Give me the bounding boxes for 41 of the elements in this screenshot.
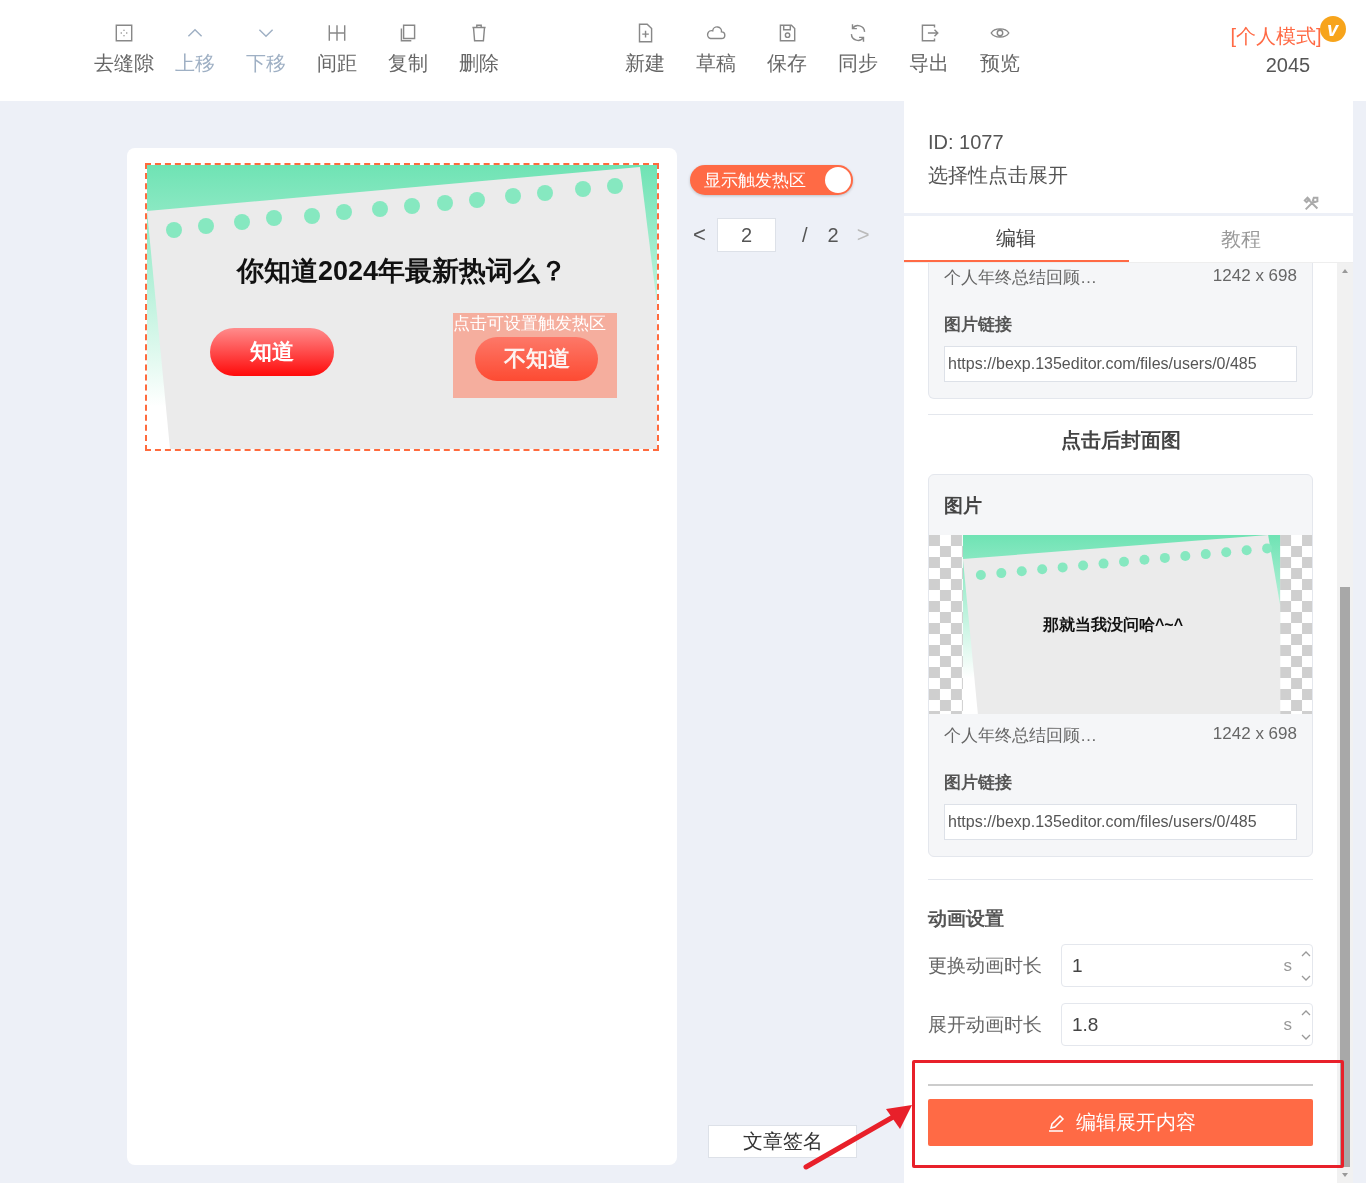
toolbar-button[interactable]: 新建 [609, 22, 680, 77]
vip-badge: v [1319, 16, 1346, 42]
component-name: 选择性点击展开 [928, 163, 1069, 188]
toolbar-button[interactable]: 保存 [751, 22, 822, 77]
toolbar-button[interactable]: 去缝隙 [88, 22, 159, 77]
scroll-up-icon[interactable] [1340, 267, 1350, 275]
preview-text: 那就当我没问哈^~^ [1043, 615, 1184, 635]
signature-button[interactable]: 文章签名 [708, 1125, 857, 1158]
field-label: 图片链接 [944, 314, 1013, 336]
toolbar-button[interactable]: 草稿 [680, 22, 751, 77]
scroll-down-icon[interactable] [1340, 1171, 1350, 1179]
tools-icon[interactable] [1303, 195, 1321, 213]
image-size: 1242 x 698 [1212, 266, 1297, 287]
file-name: 个人年终总结回顾… [944, 725, 1097, 747]
question-title: 你知道2024年最新热词么？ [235, 255, 569, 288]
section-title: 动画设置 [928, 907, 1005, 931]
field-label: 更换动画时长 [928, 953, 1043, 978]
toolbar-button[interactable]: 间距 [301, 22, 372, 77]
page-field[interactable]: 2 [717, 218, 776, 252]
component-id: ID: 1077 [928, 131, 1005, 154]
number-field[interactable]: 1.8 s [1061, 1003, 1313, 1046]
toolbar-button[interactable]: 复制 [372, 22, 443, 77]
number-field[interactable]: 1 s [1061, 944, 1313, 987]
image-size: 1242 x 698 [1212, 724, 1297, 745]
page-total: 2 [827, 223, 839, 247]
field-label: 图片链接 [943, 772, 1013, 794]
toolbar-button[interactable]: 导出 [893, 22, 964, 77]
field-label: 展开动画时长 [928, 1012, 1043, 1037]
link-field[interactable]: https://bexp.135editor.com/files/users/0/485 [944, 804, 1297, 840]
link-field[interactable]: https://bexp.135editor.com/files/users/0/485 [944, 346, 1297, 382]
section-title: 点击后封面图 [1059, 428, 1182, 453]
scrollbar[interactable] [1337, 263, 1353, 1183]
count-text: 2045 [1265, 54, 1311, 77]
toolbar-button[interactable]: 同步 [822, 22, 893, 77]
page-separator: / [802, 223, 808, 247]
toolbar-button[interactable]: 删除 [443, 22, 514, 77]
card-title: 图片 [943, 494, 983, 518]
prev-page-button[interactable]: < [693, 222, 715, 248]
file-name: 个人年终总结回顾… [944, 267, 1097, 289]
toolbar-button[interactable]: 预览 [964, 22, 1035, 77]
answer-button[interactable]: 知道 [210, 328, 334, 376]
